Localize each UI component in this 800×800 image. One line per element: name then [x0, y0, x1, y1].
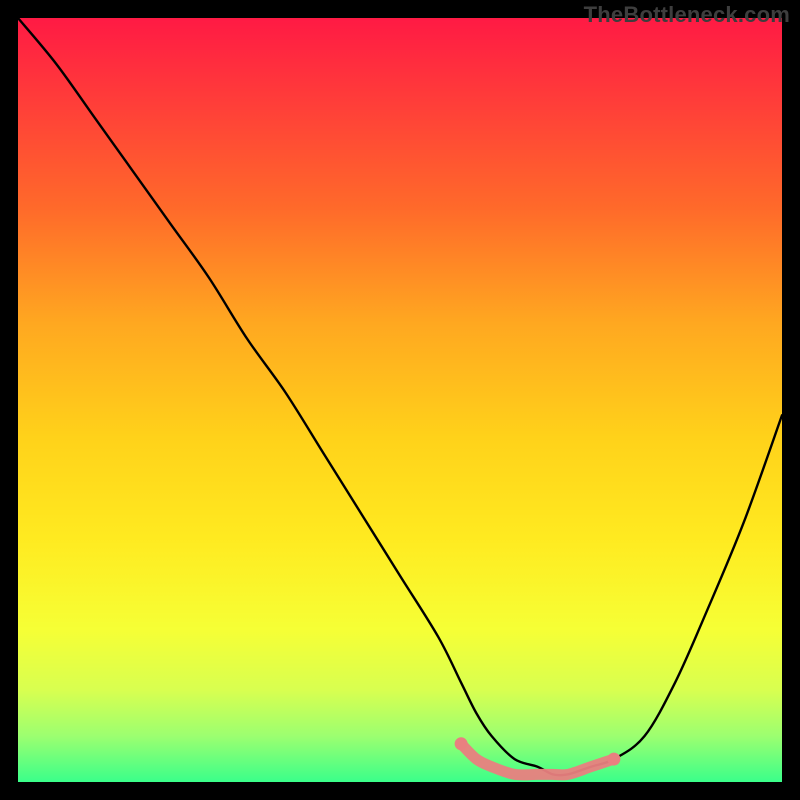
bottleneck-curve: [18, 18, 782, 775]
optimal-region-highlight: [455, 737, 621, 775]
watermark-text: TheBottleneck.com: [584, 2, 790, 28]
chart-svg: [18, 18, 782, 782]
highlight-endpoint: [455, 737, 468, 750]
chart-stage: TheBottleneck.com: [0, 0, 800, 800]
highlight-endpoint: [607, 753, 620, 766]
